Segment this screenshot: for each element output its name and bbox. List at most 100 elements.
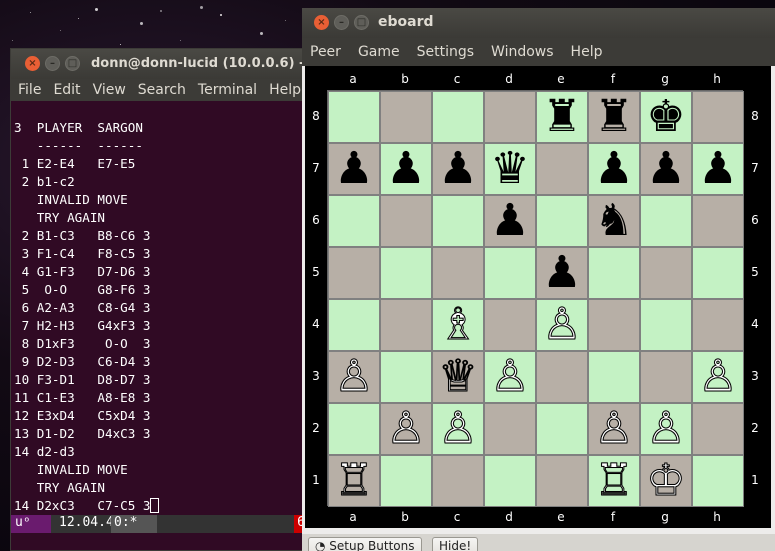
square-d2[interactable]: [484, 403, 536, 455]
square-a6[interactable]: [328, 195, 380, 247]
chess-board[interactable]: ♜ ♜ ♚ ♟ ♟ ♟ ♛ ♟ ♟ ♟ ♟ ♞ ♟ ♗ ♙ ♙ ♕ ♙ ♙ ♙ ♙ ♙ ♙ ♖ ♖ ♔: [327, 90, 744, 507]
square-b2[interactable]: ♙: [380, 403, 432, 455]
square-h3[interactable]: ♙: [692, 351, 744, 403]
status-session[interactable]: 0:*: [111, 515, 157, 533]
square-a3[interactable]: ♙: [328, 351, 380, 403]
hide-button[interactable]: Hide!: [432, 537, 479, 551]
square-e2[interactable]: [536, 403, 588, 455]
minimize-button[interactable]: –: [334, 15, 349, 30]
black-piece[interactable]: ♟: [386, 147, 425, 191]
menu-view[interactable]: View: [93, 82, 126, 98]
white-piece[interactable]: ♙: [334, 354, 374, 399]
white-piece[interactable]: ♔: [646, 458, 686, 503]
menu-help[interactable]: Help: [269, 82, 301, 98]
square-e1[interactable]: [536, 455, 588, 507]
menu-settings[interactable]: Settings: [417, 44, 474, 60]
white-piece[interactable]: ♙: [594, 406, 634, 451]
square-g5[interactable]: [640, 247, 692, 299]
square-d5[interactable]: [484, 247, 536, 299]
white-piece[interactable]: ♖: [334, 458, 374, 503]
minimize-button[interactable]: –: [45, 56, 60, 71]
square-a8[interactable]: [328, 91, 380, 143]
square-g2[interactable]: ♙: [640, 403, 692, 455]
square-d1[interactable]: [484, 455, 536, 507]
square-f6[interactable]: ♞: [588, 195, 640, 247]
white-piece[interactable]: ♙: [438, 406, 478, 451]
square-d4[interactable]: [484, 299, 536, 351]
white-piece[interactable]: ♙: [386, 406, 426, 451]
square-g4[interactable]: [640, 299, 692, 351]
menu-edit[interactable]: Edit: [53, 82, 80, 98]
square-e7[interactable]: [536, 143, 588, 195]
square-b7[interactable]: ♟: [380, 143, 432, 195]
square-f5[interactable]: [588, 247, 640, 299]
square-c3[interactable]: ♕: [432, 351, 484, 403]
square-g3[interactable]: [640, 351, 692, 403]
white-piece[interactable]: ♖: [594, 458, 634, 503]
square-h6[interactable]: [692, 195, 744, 247]
white-piece[interactable]: ♙: [490, 354, 530, 399]
square-b4[interactable]: [380, 299, 432, 351]
square-e6[interactable]: [536, 195, 588, 247]
square-c8[interactable]: [432, 91, 484, 143]
square-b1[interactable]: [380, 455, 432, 507]
square-d3[interactable]: ♙: [484, 351, 536, 403]
square-d8[interactable]: [484, 91, 536, 143]
square-a7[interactable]: ♟: [328, 143, 380, 195]
eboard-titlebar[interactable]: × – □ eboard: [302, 8, 775, 38]
black-piece[interactable]: ♟: [334, 147, 373, 191]
square-a5[interactable]: [328, 247, 380, 299]
black-piece[interactable]: ♜: [542, 95, 581, 139]
square-f4[interactable]: [588, 299, 640, 351]
square-e4[interactable]: ♙: [536, 299, 588, 351]
black-piece[interactable]: ♞: [594, 199, 633, 243]
menu-terminal[interactable]: Terminal: [198, 82, 257, 98]
terminal-titlebar[interactable]: × – □ donn@donn-lucid (10.0.0.6) - b: [11, 49, 306, 79]
square-b8[interactable]: [380, 91, 432, 143]
black-piece[interactable]: ♟: [698, 147, 737, 191]
black-piece[interactable]: ♜: [594, 95, 633, 139]
menu-search[interactable]: Search: [138, 82, 186, 98]
square-c2[interactable]: ♙: [432, 403, 484, 455]
square-h2[interactable]: [692, 403, 744, 455]
square-f7[interactable]: ♟: [588, 143, 640, 195]
black-piece[interactable]: ♟: [646, 147, 685, 191]
menu-help[interactable]: Help: [571, 44, 603, 60]
white-piece[interactable]: ♙: [542, 302, 582, 347]
square-d7[interactable]: ♛: [484, 143, 536, 195]
square-a1[interactable]: ♖: [328, 455, 380, 507]
square-h5[interactable]: [692, 247, 744, 299]
square-f3[interactable]: [588, 351, 640, 403]
square-c5[interactable]: [432, 247, 484, 299]
menu-game[interactable]: Game: [358, 44, 400, 60]
black-piece[interactable]: ♚: [646, 95, 685, 139]
square-e5[interactable]: ♟: [536, 247, 588, 299]
square-f2[interactable]: ♙: [588, 403, 640, 455]
square-g6[interactable]: [640, 195, 692, 247]
menu-file[interactable]: File: [18, 82, 41, 98]
square-h1[interactable]: [692, 455, 744, 507]
square-f1[interactable]: ♖: [588, 455, 640, 507]
square-g8[interactable]: ♚: [640, 91, 692, 143]
square-a2[interactable]: [328, 403, 380, 455]
white-piece[interactable]: ♙: [646, 406, 686, 451]
setup-buttons-button[interactable]: ◔ Setup Buttons: [308, 537, 422, 551]
menu-windows[interactable]: Windows: [491, 44, 554, 60]
white-piece[interactable]: ♗: [438, 302, 478, 347]
white-piece[interactable]: ♙: [698, 354, 738, 399]
square-h7[interactable]: ♟: [692, 143, 744, 195]
black-piece[interactable]: ♟: [594, 147, 633, 191]
square-c4[interactable]: ♗: [432, 299, 484, 351]
square-c6[interactable]: [432, 195, 484, 247]
black-piece[interactable]: ♟: [438, 147, 477, 191]
square-f8[interactable]: ♜: [588, 91, 640, 143]
square-d6[interactable]: ♟: [484, 195, 536, 247]
square-e8[interactable]: ♜: [536, 91, 588, 143]
black-piece[interactable]: ♛: [490, 147, 529, 191]
square-c7[interactable]: ♟: [432, 143, 484, 195]
black-piece[interactable]: ♟: [542, 251, 581, 295]
square-g7[interactable]: ♟: [640, 143, 692, 195]
maximize-button[interactable]: □: [354, 15, 369, 30]
square-b5[interactable]: [380, 247, 432, 299]
terminal-output[interactable]: 3 PLAYER SARGON ------ ------ 1 E2-E4 E7…: [14, 119, 304, 515]
